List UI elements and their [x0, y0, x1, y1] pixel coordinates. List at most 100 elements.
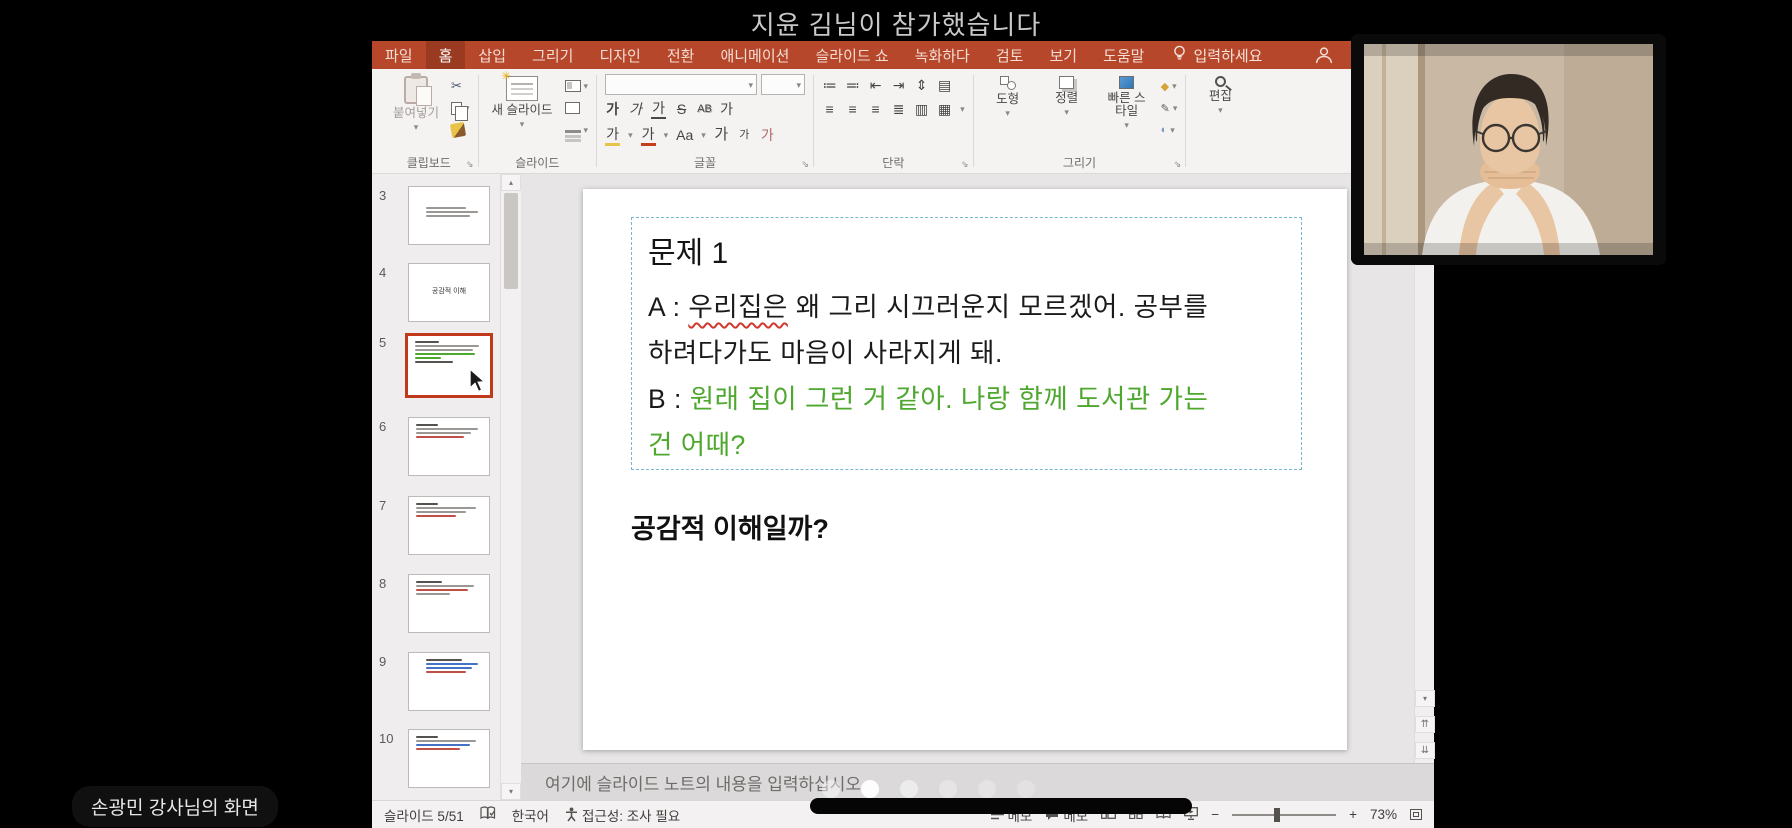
bullets-button[interactable]: ≔ [822, 76, 837, 94]
tab-file[interactable]: 파일 [372, 41, 426, 69]
thumbnail-scroll-down-button[interactable]: ▾ [501, 783, 521, 800]
editor-scroll-down-button[interactable]: ▾ [1415, 690, 1435, 707]
tab-insert[interactable]: 삽입 [465, 41, 519, 69]
drawing-dialog-launcher[interactable]: ⇘ [1174, 159, 1182, 170]
thumbnail-scroll-thumb[interactable] [504, 193, 518, 289]
next-slide-button[interactable]: ⇊ [1415, 742, 1435, 759]
strikethrough-button[interactable]: S [674, 100, 689, 118]
edit-button[interactable]: 편집 ▾ [1194, 74, 1246, 116]
dialog-line-a1: A : 우리집은 왜 그리 시끄러운지 모르겠어. 공부를 [648, 284, 1285, 330]
shrink-font-button[interactable]: 가 [737, 126, 752, 144]
slide-editor: 문제 1 A : 우리집은 왜 그리 시끄러운지 모르겠어. 공부를 하려다가도… [521, 174, 1434, 763]
video-scrubber-bar[interactable] [810, 798, 1192, 814]
new-slide-button[interactable]: 새 슬라이드 ▾ [487, 74, 558, 130]
current-slide-canvas[interactable]: 문제 1 A : 우리집은 왜 그리 시끄러운지 모르겠어. 공부를 하려다가도… [583, 189, 1347, 750]
layout-icon [565, 80, 581, 92]
paragraph-dialog-launcher[interactable]: ⇘ [961, 159, 969, 170]
tab-record[interactable]: 녹화하다 [902, 41, 983, 69]
tab-help[interactable]: 도움말 [1090, 41, 1157, 69]
ribbon-toolbar: 붙여넣기 ▾ ✂ ▾ 클립보드 ⇘ 새 슬라이드 ▾ [372, 69, 1434, 174]
highlight-color-button[interactable]: 가 [605, 125, 620, 146]
zoom-level[interactable]: 73% [1370, 807, 1397, 822]
copy-button[interactable]: ▾ [451, 99, 470, 117]
slide-text-box[interactable]: 문제 1 A : 우리집은 왜 그리 시끄러운지 모르겠어. 공부를 하려다가도… [631, 217, 1302, 470]
tell-me-search[interactable]: 입력하세요 [1173, 41, 1262, 69]
tab-home[interactable]: 홈 [426, 41, 466, 69]
shape-fill-button[interactable]: ◆▾ [1161, 77, 1178, 95]
decrease-indent-button[interactable]: ⇤ [868, 76, 883, 94]
tab-design[interactable]: 디자인 [586, 41, 653, 69]
align-left-button[interactable]: ≡ [822, 100, 837, 118]
quick-styles-button[interactable]: 빠른 스타일 ▾ [1100, 74, 1154, 131]
tab-transitions[interactable]: 전환 [654, 41, 708, 69]
presenter-video [1351, 34, 1666, 265]
font-color-button[interactable]: 가 [641, 125, 656, 146]
zoom-screen-share: 지윤 김님이 참가했습니다 파일 홈 삽입 그리기 디자인 전환 애니메이션 슬… [0, 0, 1792, 828]
shape-effects-button[interactable]: ◐▾ [1161, 121, 1178, 139]
bold-button[interactable]: 가 [605, 100, 620, 118]
loading-dot [861, 780, 879, 798]
new-slide-icon [506, 76, 538, 101]
align-center-button[interactable]: ≡ [845, 100, 860, 118]
zoom-slider-thumb[interactable] [1274, 808, 1280, 822]
drawing-group: 도형 ▾ 정렬 ▾ 빠른 스타일 ▾ ◆▾ ✎▾ ◐▾ [976, 69, 1184, 173]
line-spacing-button[interactable]: ⇕ [914, 76, 929, 94]
tab-animations[interactable]: 애니메이션 [707, 41, 802, 69]
text-shadow-button[interactable]: AB [697, 100, 712, 118]
notes-pane[interactable]: 여기에 슬라이드 노트의 내용을 입력하십시오 [521, 763, 1434, 800]
account-icon[interactable] [1314, 45, 1334, 69]
paragraph-group: ≔ ≕ ⇤ ⇥ ⇕ ▤ ≡ ≡ ≡ ≣ ▥ ▦ ▾ 단락 ⇘ [816, 69, 971, 173]
font-dialog-launcher[interactable]: ⇘ [802, 159, 810, 170]
fit-slide-to-window-button[interactable] [1410, 809, 1422, 820]
justify-button[interactable]: ≣ [891, 100, 906, 118]
spellcheck-icon[interactable] [480, 806, 496, 823]
loading-dot [1017, 780, 1035, 798]
zoom-out-button[interactable]: − [1211, 807, 1219, 822]
lightbulb-icon [1173, 45, 1186, 66]
tab-view[interactable]: 보기 [1036, 41, 1090, 69]
tell-me-label: 입력하세요 [1193, 45, 1262, 66]
arrange-icon [1059, 76, 1074, 89]
shapes-button[interactable]: 도형 ▾ [982, 74, 1034, 119]
loading-dot [939, 780, 957, 798]
change-case-button[interactable]: Aa [676, 126, 693, 144]
format-painter-icon [450, 122, 466, 138]
text-direction-button[interactable]: ▤ [937, 76, 952, 94]
font-name-combobox[interactable]: ▾ [605, 74, 757, 95]
slide-thumbnail-panel: 3 4 공감적 이해 5 6 7 [372, 174, 500, 800]
reset-slide-button[interactable] [565, 99, 589, 117]
tab-slideshow[interactable]: 슬라이드 쇼 [802, 41, 901, 69]
grow-font-button[interactable]: 가 [714, 126, 729, 144]
italic-button[interactable]: 가 [628, 100, 643, 118]
tab-draw[interactable]: 그리기 [519, 41, 586, 69]
shared-screen-label: 손광민 강사님의 화면 [72, 786, 278, 827]
accessibility-status[interactable]: 접근성: 조사 필요 [565, 805, 680, 825]
language-indicator[interactable]: 한국어 [512, 805, 549, 825]
zoom-in-button[interactable]: + [1349, 807, 1357, 822]
shape-outline-button[interactable]: ✎▾ [1161, 99, 1178, 117]
tab-review[interactable]: 검토 [983, 41, 1037, 69]
webcam-video-tile[interactable] [1351, 34, 1666, 265]
previous-slide-button[interactable]: ⇈ [1415, 716, 1435, 733]
thumbnail-scroll-up-button[interactable]: ▴ [501, 174, 521, 191]
format-painter-button[interactable] [451, 121, 470, 139]
underline-button[interactable]: 가 [651, 99, 666, 119]
align-right-button[interactable]: ≡ [868, 100, 883, 118]
thumbnail-scrollbar[interactable]: ▴ ▾ [500, 174, 521, 800]
zoom-slider[interactable] [1232, 814, 1336, 816]
clear-formatting-button[interactable]: 가 [760, 126, 775, 144]
columns-button[interactable]: ▥ [914, 100, 929, 118]
arrange-button[interactable]: 정렬 ▾ [1041, 74, 1093, 118]
convert-smartart-button[interactable]: ▦ [937, 100, 952, 118]
numbering-button[interactable]: ≕ [845, 76, 860, 94]
character-spacing-button[interactable]: 가 [720, 100, 735, 118]
slide-layout-button[interactable]: ▾ [565, 77, 589, 95]
section-button[interactable]: ▾ [565, 121, 589, 139]
editing-group: 편집 ▾ [1188, 69, 1252, 173]
font-size-combobox[interactable]: ▾ [761, 74, 805, 95]
increase-indent-button[interactable]: ⇥ [891, 76, 906, 94]
paste-button[interactable]: 붙여넣기 ▾ [388, 74, 444, 133]
clipboard-dialog-launcher[interactable]: ⇘ [466, 159, 474, 170]
cut-button[interactable]: ✂ [451, 77, 470, 95]
slide-title: 문제 1 [648, 228, 1285, 272]
